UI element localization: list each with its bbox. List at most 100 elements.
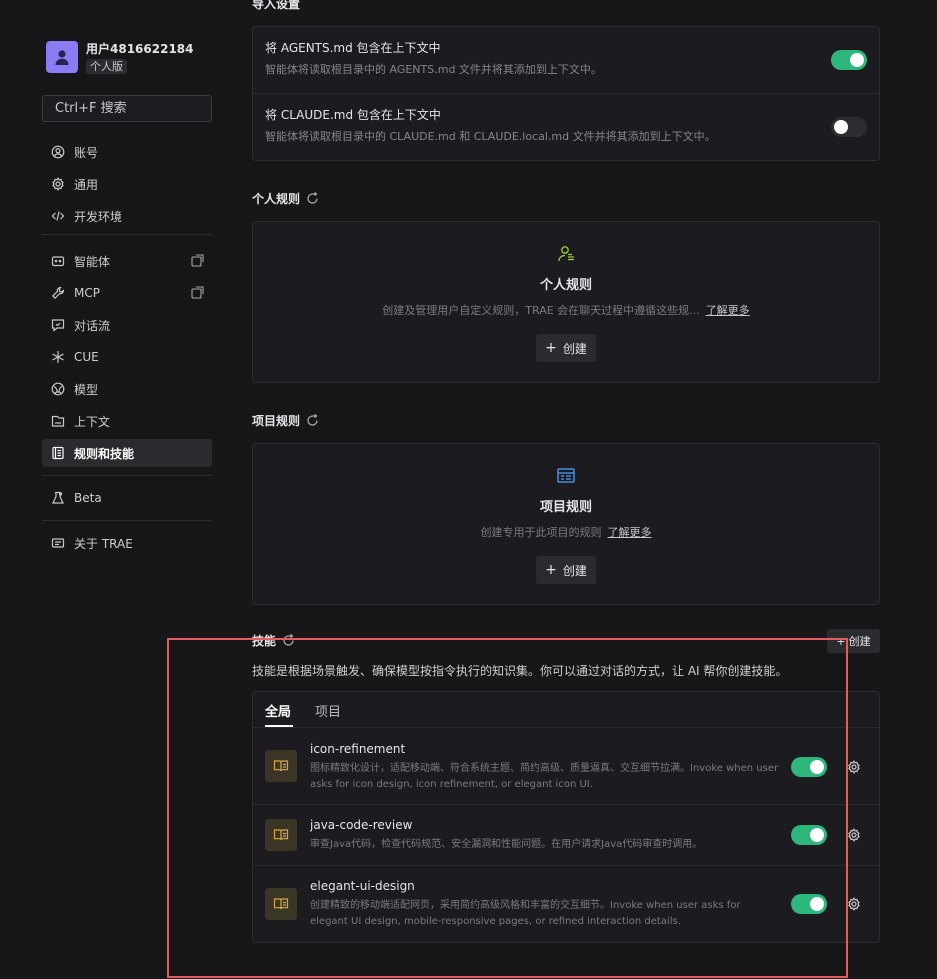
- skills-title: 技能: [252, 632, 295, 649]
- plus-icon: +: [545, 340, 557, 356]
- project-rules-card-title: 项目规则: [539, 500, 592, 515]
- project-rules-desc-text: 创建专用于此项目的规则: [480, 526, 602, 539]
- sidebar-item-models[interactable]: 模型: [42, 375, 212, 403]
- import-settings-title: 导入设置: [252, 0, 301, 11]
- user-profile[interactable]: 用户4816622184 个人版: [46, 41, 194, 74]
- sidebar-item-label: 智能体: [74, 254, 111, 269]
- tab-global[interactable]: 全局: [265, 701, 291, 720]
- model-icon: [51, 382, 65, 396]
- import-settings-card: 将 AGENTS.md 包含在上下文中 智能体将读取根目录中的 AGENTS.m…: [252, 26, 880, 161]
- sidebar-item-label: Beta: [74, 491, 102, 505]
- refresh-icon[interactable]: [306, 414, 319, 427]
- skill-toggle[interactable]: [791, 757, 827, 777]
- context-icon: [51, 414, 65, 428]
- create-personal-rule-button[interactable]: + 创建: [536, 334, 596, 362]
- project-rule-icon: [253, 466, 879, 486]
- settings-search-input[interactable]: [42, 95, 212, 122]
- open-external-icon[interactable]: [191, 254, 204, 270]
- refresh-icon[interactable]: [282, 634, 295, 647]
- sidebar-item-label: 上下文: [74, 414, 111, 429]
- agents-md-toggle[interactable]: [831, 50, 867, 70]
- skill-desc: 审查Java代码，检查代码规范、安全漏洞和性能问题。在用户请求Java代码审查时…: [310, 839, 703, 850]
- code-icon: [51, 209, 65, 223]
- personal-rules-desc: 创建及管理用户自定义规则，TRAE 会在聊天过程中遵循这些规... 了解更多: [253, 302, 879, 318]
- active-tab-indicator: [265, 725, 293, 727]
- skill-desc: 图标精致化设计，适配移动端、符合系统主题、简约高级、质量逼真、交互细节拉满。In…: [310, 763, 779, 790]
- personal-rules-label: 个人规则: [252, 192, 301, 206]
- gear-icon[interactable]: [847, 897, 861, 911]
- claude-md-row: 将 CLAUDE.md 包含在上下文中 智能体将读取根目录中的 CLAUDE.m…: [253, 94, 879, 160]
- skill-row[interactable]: icon-refinement 图标精致化设计，适配移动端、符合系统主题、简约高…: [253, 729, 879, 805]
- sidebar-item-dev-env[interactable]: 开发环境: [42, 202, 212, 230]
- skill-desc: 创建精致的移动端适配网页，采用简约高级风格和丰富的交互细节。Invoke whe…: [310, 900, 741, 927]
- sidebar-item-context[interactable]: 上下文: [42, 407, 212, 435]
- plus-icon: +: [545, 562, 557, 578]
- sidebar-item-label: 关于 TRAE: [74, 536, 133, 551]
- open-external-icon[interactable]: [191, 286, 204, 302]
- claude-md-toggle[interactable]: [831, 117, 867, 137]
- claude-md-title: 将 CLAUDE.md 包含在上下文中: [265, 108, 441, 122]
- personal-rule-icon: [253, 244, 879, 264]
- gear-icon[interactable]: [847, 828, 861, 842]
- sidebar-item-rules-skills[interactable]: 规则和技能: [42, 439, 212, 467]
- agents-md-desc: 智能体将读取根目录中的 AGENTS.md 文件并将其添加到上下文中。: [265, 63, 602, 76]
- sidebar-item-mcp[interactable]: MCP: [42, 279, 212, 307]
- skills-tabs: 全局 项目: [253, 692, 879, 728]
- skills-label: 技能: [252, 634, 277, 648]
- project-rules-desc: 创建专用于此项目的规则 了解更多: [253, 524, 879, 540]
- agents-md-row: 将 AGENTS.md 包含在上下文中 智能体将读取根目录中的 AGENTS.m…: [253, 27, 879, 93]
- project-rules-title: 项目规则: [252, 412, 319, 429]
- sidebar-item-general[interactable]: 通用: [42, 170, 212, 198]
- sidebar-divider: [42, 475, 212, 476]
- gear-icon: [51, 177, 65, 191]
- bot-icon: [51, 254, 65, 268]
- sidebar-item-chat-flow[interactable]: 对话流: [42, 311, 212, 339]
- project-rules-label: 项目规则: [252, 414, 301, 428]
- skill-row[interactable]: elegant-ui-design 创建精致的移动端适配网页，采用简约高级风格和…: [253, 866, 879, 942]
- sidebar-item-agents[interactable]: 智能体: [42, 247, 212, 275]
- sidebar-item-label: 对话流: [74, 318, 111, 333]
- personal-rules-learn-more-link[interactable]: 了解更多: [706, 304, 750, 317]
- skill-book-icon: [265, 750, 297, 782]
- skill-name: icon-refinement: [310, 742, 406, 756]
- skill-row[interactable]: java-code-review 审查Java代码，检查代码规范、安全漏洞和性能…: [253, 805, 879, 866]
- sparkle-icon: [51, 350, 65, 364]
- skill-toggle[interactable]: [791, 894, 827, 914]
- skill-name: elegant-ui-design: [310, 879, 415, 893]
- sidebar-item-label: 开发环境: [74, 209, 123, 224]
- gear-icon[interactable]: [847, 760, 861, 774]
- project-rules-learn-more-link[interactable]: 了解更多: [608, 526, 652, 539]
- personal-rules-card-title: 个人规则: [539, 278, 592, 293]
- skills-card: 全局 项目 icon-refinement 图标精致化设计，适配移动端、符合系统…: [252, 691, 880, 943]
- sidebar-divider: [42, 520, 212, 521]
- create-label: 创建: [562, 563, 587, 578]
- user-circle-icon: [51, 145, 65, 159]
- skills-desc: 技能是根据场景触发、确保模型按指令执行的知识集。你可以通过对话的方式，让 AI …: [252, 664, 788, 678]
- sidebar-divider: [42, 234, 212, 235]
- personal-rules-title: 个人规则: [252, 190, 319, 207]
- sidebar-item-label: CUE: [74, 350, 99, 364]
- sidebar-item-label: 账号: [74, 145, 99, 160]
- agents-md-title: 将 AGENTS.md 包含在上下文中: [265, 41, 441, 55]
- tab-project[interactable]: 项目: [315, 701, 341, 720]
- sidebar-item-about[interactable]: 关于 TRAE: [42, 529, 212, 557]
- sidebar-item-label: 模型: [74, 382, 99, 397]
- project-rules-card: 项目规则 创建专用于此项目的规则 了解更多 + 创建: [252, 443, 880, 605]
- refresh-icon[interactable]: [306, 192, 319, 205]
- about-icon: [51, 536, 65, 550]
- skill-book-icon: [265, 888, 297, 920]
- user-name: 用户4816622184: [86, 42, 194, 56]
- create-skill-button[interactable]: + 创建: [827, 629, 880, 653]
- sidebar-item-cue[interactable]: CUE: [42, 343, 212, 371]
- user-plan-badge: 个人版: [86, 59, 127, 74]
- sidebar-item-label: 通用: [74, 177, 99, 192]
- skill-name: java-code-review: [310, 818, 413, 832]
- project-rules-empty: 项目规则 创建专用于此项目的规则 了解更多 + 创建: [253, 466, 879, 584]
- sidebar-item-account[interactable]: 账号: [42, 138, 212, 166]
- user-silhouette-icon: [55, 50, 69, 65]
- skill-toggle[interactable]: [791, 825, 827, 845]
- create-project-rule-button[interactable]: + 创建: [536, 556, 596, 584]
- chat-flow-icon: [51, 318, 65, 332]
- wrench-icon: [51, 286, 65, 300]
- sidebar-item-beta[interactable]: Beta: [42, 484, 212, 512]
